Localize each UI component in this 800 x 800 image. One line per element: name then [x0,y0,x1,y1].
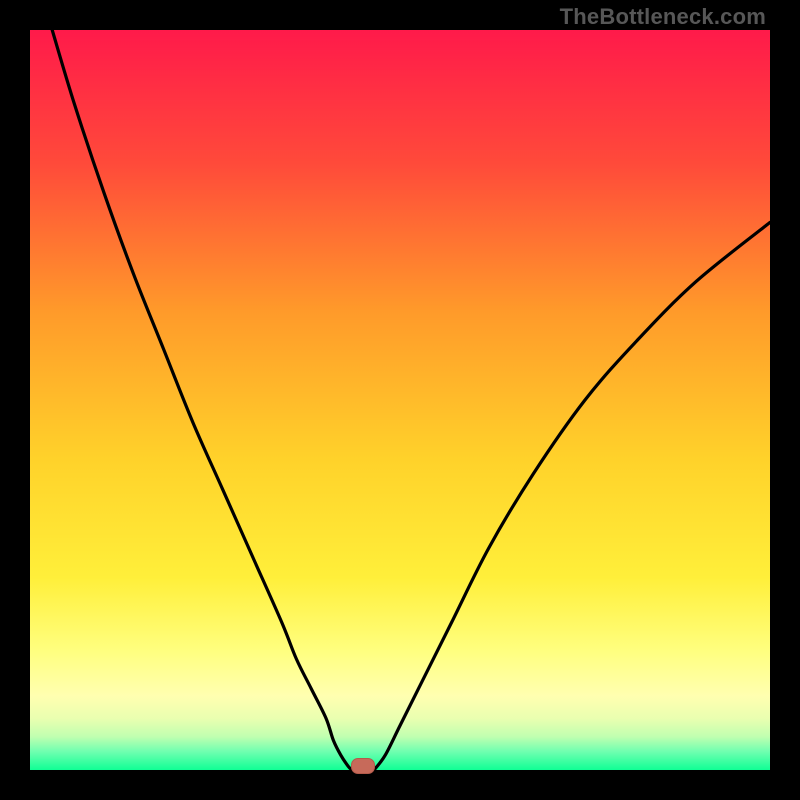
bottleneck-curve [30,30,770,770]
optimum-marker [351,758,375,774]
plot-area [30,30,770,770]
watermark-text: TheBottleneck.com [560,4,766,30]
chart-frame: TheBottleneck.com [0,0,800,800]
